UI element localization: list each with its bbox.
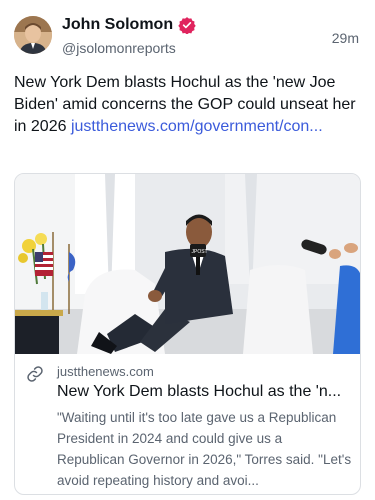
- social-post[interactable]: John Solomon @jsolomonreports 29m New Yo…: [0, 0, 375, 500]
- card-domain: justthenews.com: [57, 364, 154, 379]
- author-avatar[interactable]: [14, 16, 52, 54]
- link-preview-card[interactable]: JPOST justthenews.com New York Dem blast…: [14, 173, 361, 495]
- author-name[interactable]: John Solomon: [62, 16, 173, 34]
- microphone-flag-label: JPOST: [192, 249, 208, 255]
- author-name-row[interactable]: John Solomon: [62, 16, 196, 35]
- link-icon: [26, 365, 44, 383]
- post-text: New York Dem blasts Hochul as the 'new J…: [14, 72, 364, 138]
- card-description: "Waiting until it's too late gave us a R…: [57, 410, 352, 488]
- article-image: JPOST: [15, 174, 360, 354]
- post-link[interactable]: justthenews.com/government/con...: [71, 118, 323, 135]
- author-handle[interactable]: @jsolomonreports: [62, 40, 176, 56]
- verified-badge-icon: [178, 16, 196, 35]
- card-title[interactable]: New York Dem blasts Hochul as the 'n...: [57, 383, 353, 401]
- post-timestamp[interactable]: 29m: [332, 30, 359, 46]
